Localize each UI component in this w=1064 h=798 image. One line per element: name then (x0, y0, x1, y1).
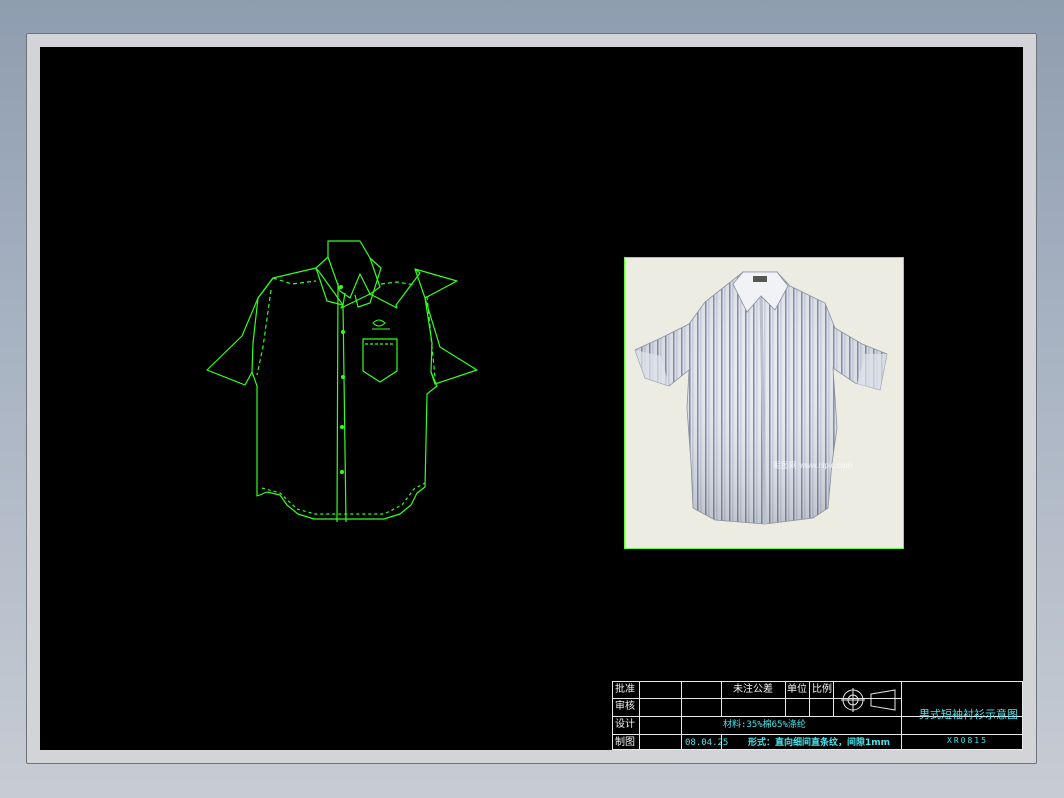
yoke-left (272, 277, 317, 285)
label-unit: 单位 (787, 684, 807, 695)
pocket (362, 338, 398, 383)
hem-stitch (261, 482, 426, 515)
label-draw: 制图 (615, 737, 635, 748)
projection-symbol-icon (841, 688, 896, 712)
shirt-photo: 昵图网 www.nipic.com (624, 257, 904, 549)
placket (342, 304, 347, 523)
title-block: 批准 审核 设计 制图 未注公差 单位 比例 材料:35%棉65%涤纶 形式：直… (612, 681, 1023, 750)
style-text: 形式：直向细间直条纹，间隙1mm (748, 738, 891, 748)
drawing-code: XR0815 (947, 736, 988, 745)
label-scale: 比例 (812, 684, 832, 695)
yoke-right (380, 281, 416, 286)
logo-icon (372, 319, 390, 330)
label-tolerance: 未注公差 (733, 684, 773, 695)
label-review: 审核 (615, 701, 635, 712)
label-approve: 批准 (615, 684, 635, 695)
material-text: 材料:35%棉65%涤纶 (723, 720, 806, 730)
placket-inner (336, 282, 339, 523)
cad-viewport[interactable]: 昵图网 www.nipic.com 批准 审核 设计 制图 未注公差 单位 比例… (40, 47, 1023, 750)
date-text: 08.04.25 (685, 738, 729, 748)
shirt-body-outline (251, 267, 458, 520)
collar (327, 240, 381, 299)
armhole-left (256, 289, 272, 376)
label-design: 设计 (615, 719, 635, 730)
drawing-title: 男式短袖衬衫示意图 (919, 708, 1018, 721)
photo-watermark: 昵图网 www.nipic.com (773, 461, 852, 470)
left-sleeve (206, 277, 274, 386)
